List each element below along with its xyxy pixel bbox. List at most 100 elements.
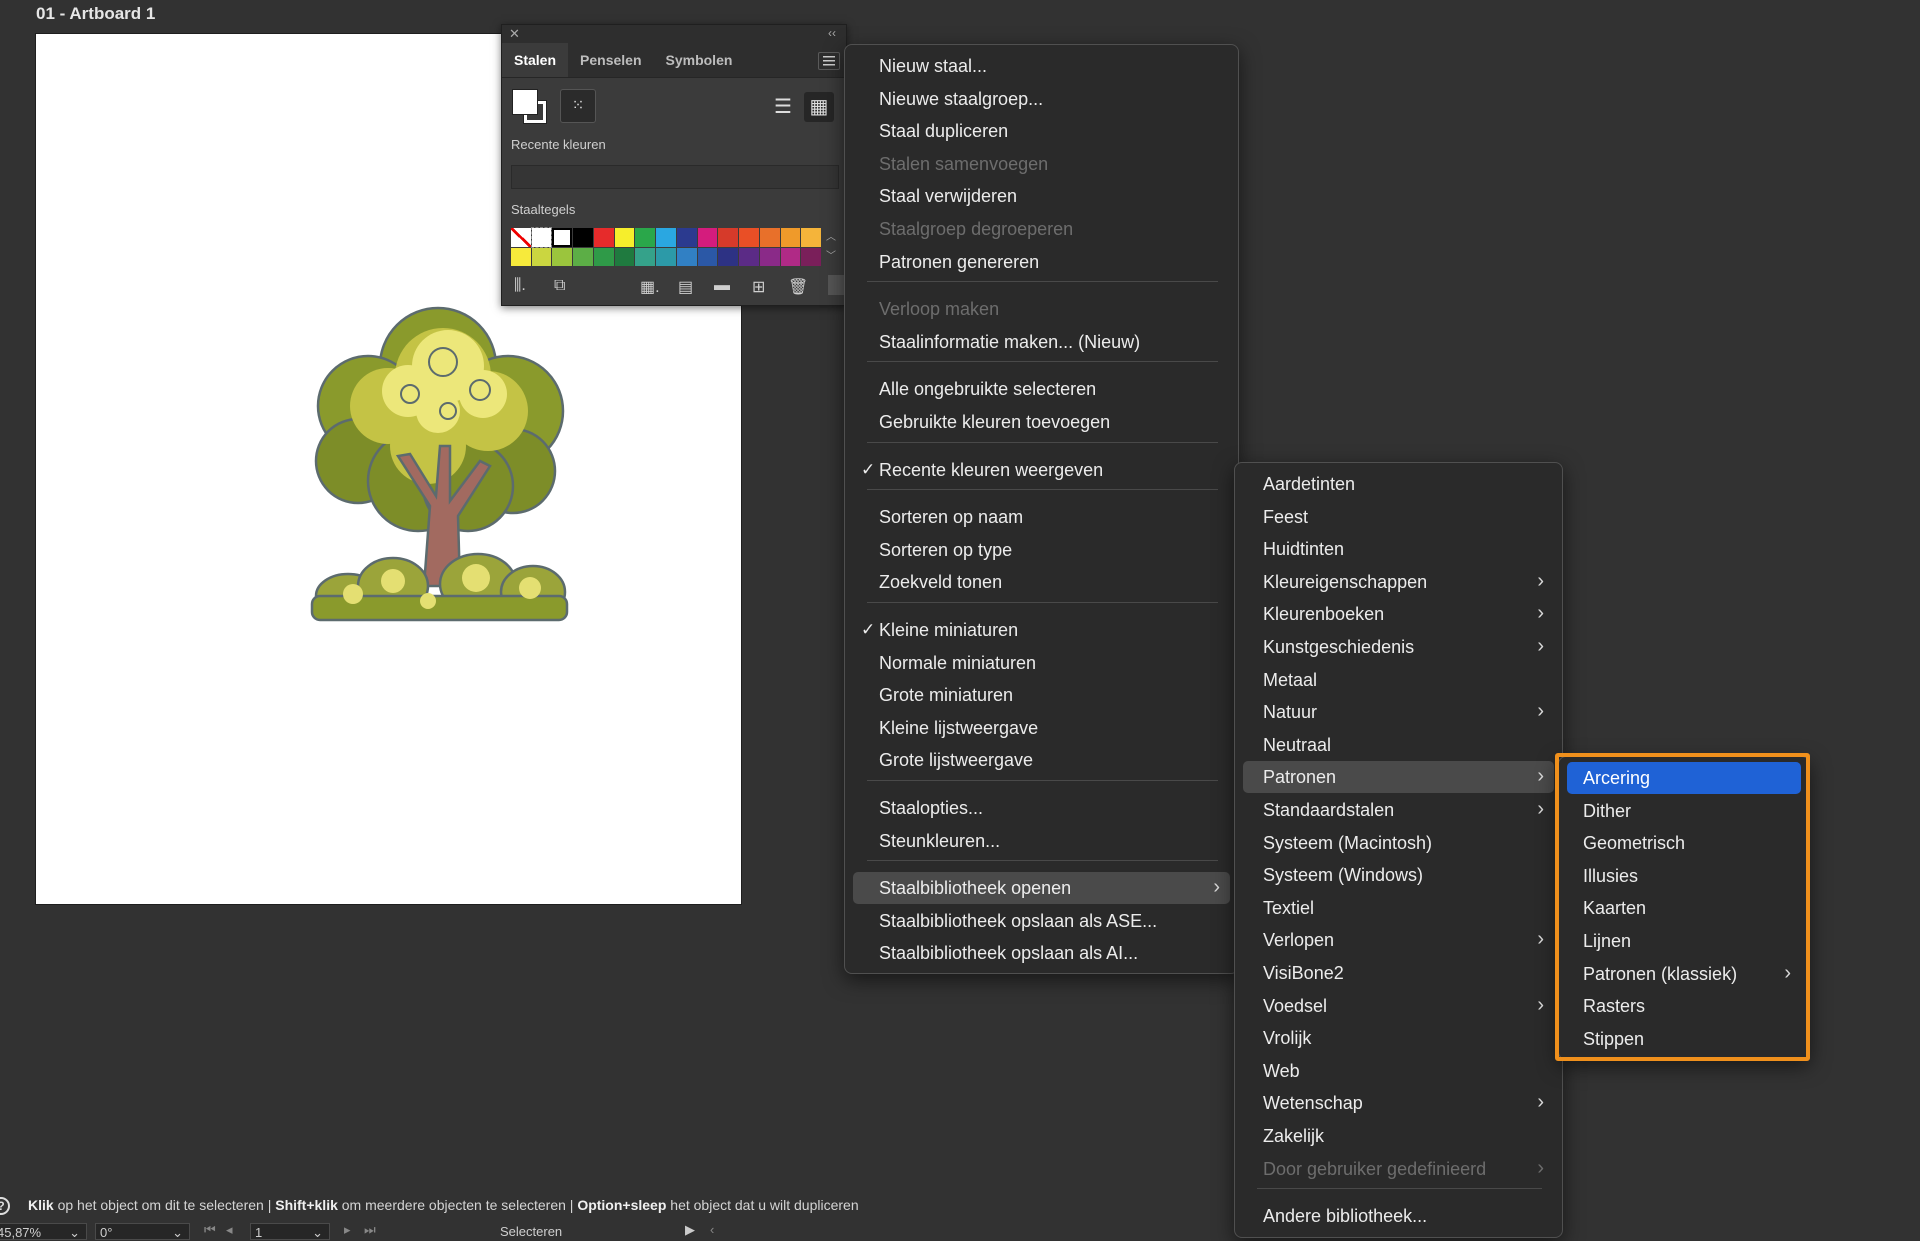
close-icon[interactable]: ✕: [509, 26, 520, 42]
menu-item-grote-miniaturen[interactable]: Grote miniaturen: [853, 679, 1230, 711]
menu-item-recente-kleuren-weergeven[interactable]: ✓ Recente kleuren weergeven: [853, 454, 1230, 486]
swatch[interactable]: [511, 228, 531, 247]
menu-item-alle-ongebruikte-selecteren[interactable]: Alle ongebruikte selecteren: [853, 373, 1230, 405]
menu-item-dither[interactable]: Dither: [1567, 795, 1801, 827]
menu-item-kaarten[interactable]: Kaarten: [1567, 892, 1801, 924]
menu-item-illusies[interactable]: Illusies: [1567, 860, 1801, 892]
swatch[interactable]: [635, 247, 656, 266]
menu-item-kleine-miniaturen[interactable]: ✓ Kleine miniaturen: [853, 614, 1230, 646]
menu-item-kleine-lijstweergave[interactable]: Kleine lijstweergave: [853, 712, 1230, 744]
menu-item-nieuwe-staalgroep[interactable]: Nieuwe staalgroep...: [853, 83, 1230, 115]
tab-stalen[interactable]: Stalen: [502, 43, 569, 77]
menu-item-stippen[interactable]: Stippen: [1567, 1023, 1801, 1055]
menu-item-staalbibliotheek-opslaan-als-ai[interactable]: Staalbibliotheek opslaan als AI...: [853, 937, 1230, 969]
menu-item-staal-verwijderen[interactable]: Staal verwijderen: [853, 180, 1230, 212]
tree-illustration[interactable]: [298, 296, 578, 624]
swatch[interactable]: [718, 247, 739, 266]
menu-item-zoekveld-tonen[interactable]: Zoekveld tonen: [853, 566, 1230, 598]
swatch[interactable]: [614, 228, 635, 247]
menu-item-feest[interactable]: Feest: [1243, 501, 1554, 533]
menu-item-staalinformatie-maken-nieuw[interactable]: Staalinformatie maken... (Nieuw): [853, 326, 1230, 358]
menu-item-huidtinten[interactable]: Huidtinten: [1243, 533, 1554, 565]
menu-item-lijnen[interactable]: Lijnen: [1567, 925, 1801, 957]
swatch-scroll[interactable]: ︿ ﹀: [824, 228, 838, 266]
swatch[interactable]: [552, 228, 573, 247]
menu-item-systeem-macintosh[interactable]: Systeem (Macintosh): [1243, 827, 1554, 859]
swatch[interactable]: [552, 247, 573, 266]
swatch[interactable]: [718, 228, 739, 247]
menu-item-steunkleuren[interactable]: Steunkleuren...: [853, 825, 1230, 857]
menu-item-wetenschap[interactable]: Wetenschap ›: [1243, 1087, 1554, 1119]
chevron-down-icon[interactable]: ﹀: [824, 247, 838, 266]
swatch[interactable]: [531, 247, 552, 266]
menu-item-patronen-genereren[interactable]: Patronen genereren: [853, 246, 1230, 278]
menu-item-sorteren-op-type[interactable]: Sorteren op type: [853, 534, 1230, 566]
list-view-button[interactable]: ☰: [768, 92, 798, 122]
swatch[interactable]: [656, 247, 676, 266]
menu-item-staalopties[interactable]: Staalopties...: [853, 792, 1230, 824]
menu-item-web[interactable]: Web: [1243, 1055, 1554, 1087]
swatch[interactable]: [593, 228, 614, 247]
panel-menu-button[interactable]: [818, 52, 840, 70]
swatch[interactable]: [656, 228, 676, 247]
menu-item-vrolijk[interactable]: Vrolijk: [1243, 1022, 1554, 1054]
menu-item-natuur[interactable]: Natuur ›: [1243, 696, 1554, 728]
next-artboard-icon[interactable]: ▸: [344, 1222, 351, 1238]
artboard-number-field[interactable]: 1 ⌄: [250, 1223, 330, 1240]
first-artboard-icon[interactable]: ⏮: [204, 1222, 216, 1238]
swatch[interactable]: [530, 227, 553, 248]
swatch[interactable]: [780, 247, 801, 266]
swatch[interactable]: [614, 247, 635, 266]
swatch[interactable]: [573, 228, 593, 247]
menu-item-aardetinten[interactable]: Aardetinten: [1243, 468, 1554, 500]
menu-item-andere-bibliotheek[interactable]: Andere bibliotheek...: [1243, 1200, 1554, 1232]
swatch[interactable]: [676, 228, 697, 247]
help-icon[interactable]: ?: [0, 1197, 10, 1215]
swatch[interactable]: [739, 228, 759, 247]
swatch[interactable]: [573, 247, 593, 266]
chevron-up-icon[interactable]: ︿: [824, 228, 838, 247]
fill-stroke-indicator[interactable]: [512, 89, 554, 129]
tab-symbolen[interactable]: Symbolen: [654, 43, 745, 77]
tab-penselen[interactable]: Penselen: [568, 43, 653, 77]
menu-item-textiel[interactable]: Textiel: [1243, 892, 1554, 924]
swatch[interactable]: [593, 247, 614, 266]
menu-item-sorteren-op-naam[interactable]: Sorteren op naam: [853, 501, 1230, 533]
menu-item-normale-miniaturen[interactable]: Normale miniaturen: [853, 647, 1230, 679]
menu-item-kleureigenschappen[interactable]: Kleureigenschappen ›: [1243, 566, 1554, 598]
collapse-icon[interactable]: ‹‹: [828, 26, 836, 40]
menu-item-verlopen[interactable]: Verlopen ›: [1243, 924, 1554, 956]
swatch[interactable]: [697, 247, 718, 266]
swatch[interactable]: [801, 228, 821, 247]
swatch-options-icon[interactable]: ▤: [678, 277, 693, 297]
menu-item-kunstgeschiedenis[interactable]: Kunstgeschiedenis ›: [1243, 631, 1554, 663]
place-icon[interactable]: ⧉: [554, 277, 565, 295]
prev-artboard-icon[interactable]: ◂: [226, 1222, 233, 1238]
chevron-left-icon[interactable]: ‹: [710, 1222, 714, 1237]
menu-item-visibone2[interactable]: VisiBone2: [1243, 957, 1554, 989]
swatch[interactable]: [759, 228, 780, 247]
swatch[interactable]: [635, 228, 656, 247]
last-artboard-icon[interactable]: ⏭: [364, 1222, 376, 1238]
menu-item-patronen-klassiek[interactable]: Patronen (klassiek) ›: [1567, 958, 1801, 990]
swatch[interactable]: [780, 228, 801, 247]
menu-item-voedsel[interactable]: Voedsel ›: [1243, 990, 1554, 1022]
swatch[interactable]: [676, 247, 697, 266]
grid-view-button[interactable]: ▦: [804, 92, 834, 122]
swatch[interactable]: [697, 228, 718, 247]
menu-item-standaardstalen[interactable]: Standaardstalen ›: [1243, 794, 1554, 826]
menu-item-gebruikte-kleuren-toevoegen[interactable]: Gebruikte kleuren toevoegen: [853, 406, 1230, 438]
menu-item-staalbibliotheek-opslaan-als-ase[interactable]: Staalbibliotheek opslaan als ASE...: [853, 905, 1230, 937]
menu-item-nieuw-staal[interactable]: Nieuw staal...: [853, 50, 1230, 82]
menu-item-grote-lijstweergave[interactable]: Grote lijstweergave: [853, 744, 1230, 776]
new-swatch-icon[interactable]: ⊞: [752, 277, 765, 297]
trash-icon[interactable]: 🗑: [788, 277, 808, 297]
swatch[interactable]: [801, 247, 821, 266]
menu-item-patronen[interactable]: Patronen ›: [1243, 761, 1554, 794]
menu-item-geometrisch[interactable]: Geometrisch: [1567, 827, 1801, 859]
fill-swatch[interactable]: [512, 89, 538, 115]
menu-item-neutraal[interactable]: Neutraal: [1243, 729, 1554, 761]
menu-item-staalbibliotheek-openen[interactable]: Staalbibliotheek openen ›: [853, 872, 1230, 905]
new-folder-icon[interactable]: ▬: [714, 277, 730, 295]
menu-item-kleurenboeken[interactable]: Kleurenboeken ›: [1243, 598, 1554, 630]
